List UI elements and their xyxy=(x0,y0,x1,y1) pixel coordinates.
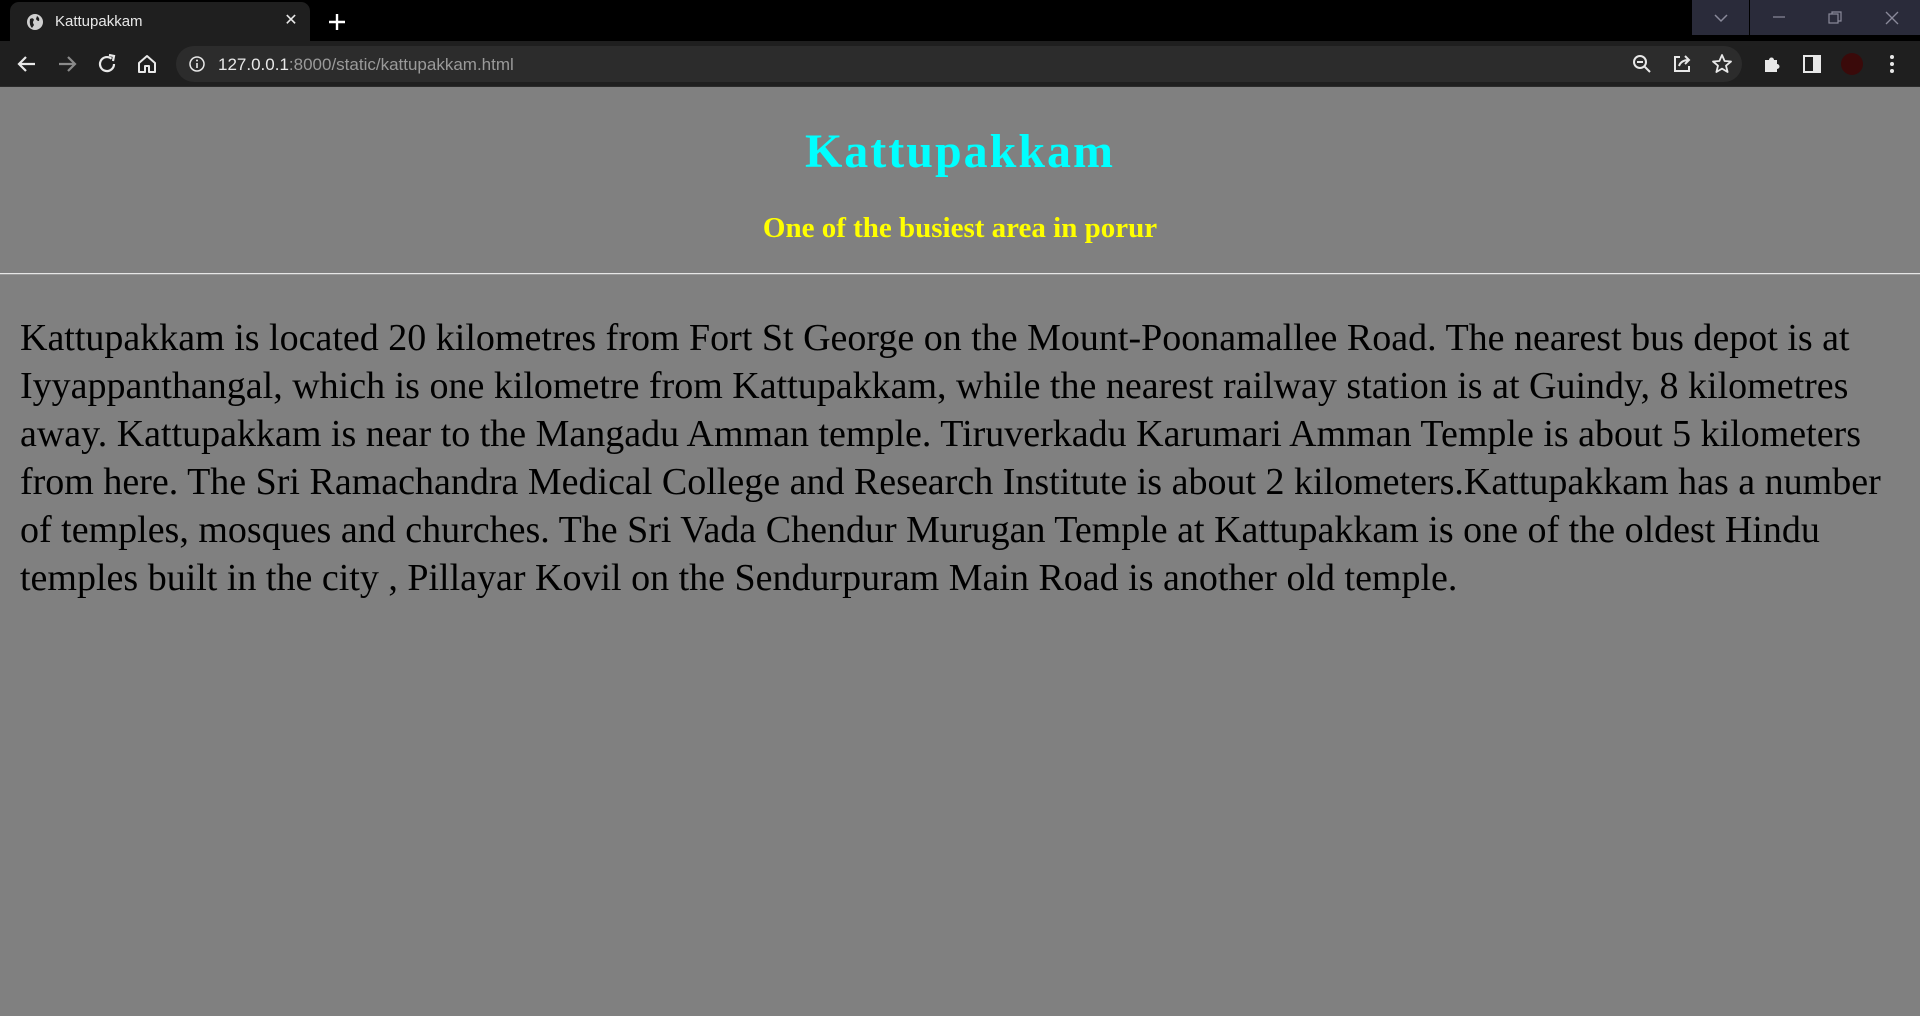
tab-title: Kattupakkam xyxy=(55,13,143,30)
browser-toolbar: 127.0.0.1:8000/static/kattupakkam.html xyxy=(0,41,1920,87)
close-icon[interactable]: ✕ xyxy=(280,10,302,32)
page-content: Kattupakkam One of the busiest area in p… xyxy=(0,88,1920,1016)
kebab-menu-icon[interactable] xyxy=(1880,52,1904,76)
home-icon[interactable] xyxy=(135,52,159,76)
new-tab-button[interactable] xyxy=(323,8,351,36)
minimize-icon xyxy=(1773,16,1785,18)
tab-search-button[interactable] xyxy=(1692,0,1749,35)
browser-titlebar: Kattupakkam ✕ xyxy=(0,0,1920,41)
browser-tab[interactable]: Kattupakkam ✕ xyxy=(10,2,310,41)
url-text[interactable]: 127.0.0.1:8000/static/kattupakkam.html xyxy=(218,55,514,75)
avatar[interactable] xyxy=(1841,53,1863,75)
restore-icon xyxy=(1828,11,1842,24)
close-window-button[interactable] xyxy=(1863,0,1920,35)
puzzle-icon[interactable] xyxy=(1760,52,1784,76)
side-panel-icon[interactable] xyxy=(1800,52,1824,76)
arrow-left-icon[interactable] xyxy=(15,52,39,76)
star-icon[interactable] xyxy=(1710,52,1734,76)
info-icon[interactable] xyxy=(188,55,206,73)
close-icon xyxy=(1885,11,1899,25)
arrow-right-icon[interactable] xyxy=(55,52,79,76)
restore-button[interactable] xyxy=(1806,0,1863,35)
globe-icon xyxy=(27,14,43,30)
horizontal-rule xyxy=(0,273,1920,275)
reload-icon[interactable] xyxy=(95,52,119,76)
share-icon[interactable] xyxy=(1670,52,1694,76)
address-bar[interactable]: 127.0.0.1:8000/static/kattupakkam.html xyxy=(176,46,1742,82)
page-subtitle: One of the busiest area in porur xyxy=(762,212,1158,244)
minimize-button[interactable] xyxy=(1750,0,1807,35)
url-host: 127.0.0.1 xyxy=(218,55,289,74)
body-paragraph: Kattupakkam is located 20 kilometres fro… xyxy=(20,317,1881,599)
zoom-out-icon[interactable] xyxy=(1630,52,1654,76)
chevron-down-icon xyxy=(1714,14,1728,23)
page-title: Kattupakkam xyxy=(804,125,1116,178)
url-path: :8000/static/kattupakkam.html xyxy=(288,55,514,74)
